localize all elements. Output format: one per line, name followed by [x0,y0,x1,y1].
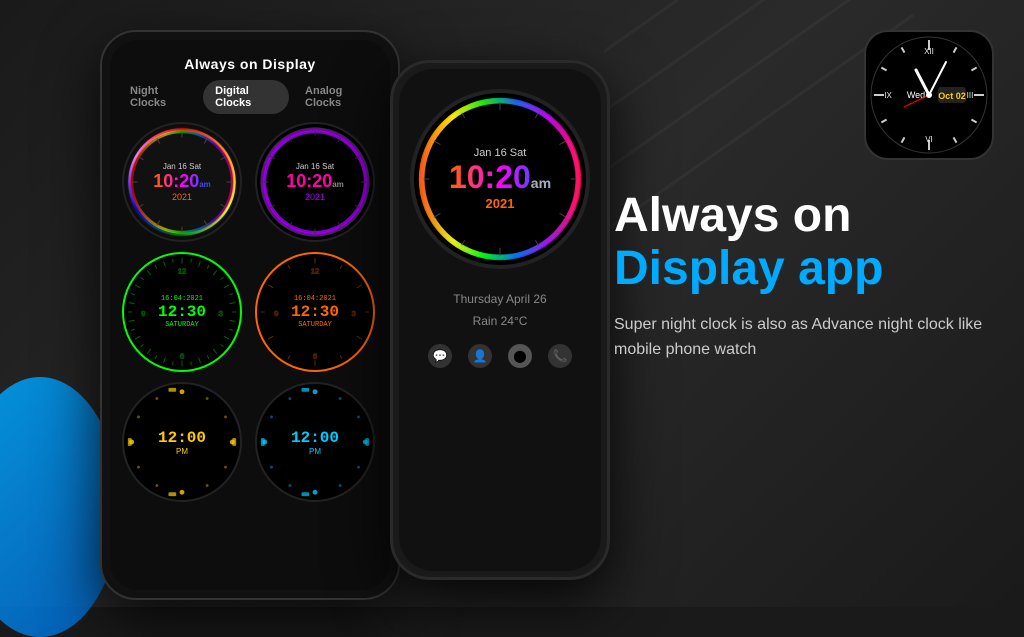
app-description: Super night clock is also as Advance nig… [614,312,994,363]
wechat-icon: 💬 [428,344,452,368]
svg-text:6: 6 [180,351,184,360]
clock2-time: 10:20am [286,172,344,192]
clock3-time: 12:30 [158,303,206,321]
svg-text:9: 9 [141,309,145,318]
main-title-blue: Display app [614,243,994,296]
clock6-content: 12:00 PM [291,429,339,456]
phone2-body: Jan 16 Sat 10:20am 2021 Thursday April 2… [390,60,610,580]
main-phone: Always on Display Night Clocks Digital C… [100,30,400,600]
svg-text:3: 3 [352,309,356,318]
phone2-screen: Jan 16 Sat 10:20am 2021 Thursday April 2… [399,69,601,571]
svg-text:XII: XII [924,47,934,56]
svg-text:VI: VI [925,135,933,144]
circle-icon: ⬤ [508,344,532,368]
clock-purple[interactable]: Jan 16 Sat 10:20am 2021 [255,122,375,242]
phone2-info: Thursday April 26 Rain 24°C [453,289,546,332]
contacts-icon: 👤 [468,344,492,368]
clock4-content: 16:04:2021 12:30 SATURDAY [291,295,339,329]
svg-text:3: 3 [219,309,223,318]
svg-text:12: 12 [178,266,187,275]
watch-face: XII III VI IX Oct 02 Wed [864,30,994,160]
second-phone: Jan 16 Sat 10:20am 2021 Thursday April 2… [390,60,610,580]
clock-cyan[interactable]: 12:00 PM [255,382,375,502]
phone-icon: 📞 [548,344,572,368]
clock6-time: 12:00 [291,429,339,447]
clock-orange[interactable]: 12 3 6 9 16:04:2021 12:30 SATURDAY [255,252,375,372]
clock-rainbow[interactable]: Jan 16 Sat 10:20am 2021 [122,122,242,242]
svg-text:12: 12 [311,266,320,275]
clock-yellow[interactable]: 12:00 PM [122,382,242,502]
clock-green[interactable]: 12 3 6 9 16:04:2021 12:30 SATURDAY [122,252,242,372]
phone2-weather: Rain 24°C [453,311,546,333]
phone2-date: Thursday April 26 [453,289,546,311]
large-clock-face: Jan 16 Sat 10:20am 2021 [410,89,590,269]
large-watch: XII III VI IX Oct 02 Wed [864,30,994,160]
clock-grid: Jan 16 Sat 10:20am 2021 [110,122,390,502]
tab-analog[interactable]: Analog Clocks [293,80,382,114]
svg-text:Oct 02: Oct 02 [938,91,966,101]
phone-screen: Always on Display Night Clocks Digital C… [110,40,390,590]
large-clock-time: 10:20am [449,159,551,196]
clock4-time: 12:30 [291,303,339,321]
svg-text:9: 9 [274,309,278,318]
tab-night[interactable]: Night Clocks [118,80,199,114]
main-title-white: Always on [614,190,994,243]
large-clock-content: Jan 16 Sat 10:20am 2021 [449,147,551,211]
clock1-content: Jan 16 Sat 10:20am 2021 [153,162,211,201]
svg-text:6: 6 [313,351,317,360]
clock2-content: Jan 16 Sat 10:20am 2021 [286,162,344,201]
clock4-label: SATURDAY [291,321,339,329]
right-text-content: Always on Display app Super night clock … [614,190,994,363]
svg-text:III: III [967,91,974,100]
clock5-time: 12:00 [158,429,206,447]
tabs-bar: Night Clocks Digital Clocks Analog Clock… [110,80,390,122]
clock2-year: 2021 [286,192,344,202]
clock4-date: 16:04:2021 [291,295,339,303]
phone-body: Always on Display Night Clocks Digital C… [100,30,400,600]
clock3-content: 16:04:2021 12:30 SATURDAY [158,295,206,329]
phone2-bottom-icons: 💬 👤 ⬤ 📞 [428,344,572,368]
large-clock-date: Jan 16 Sat [449,147,551,159]
clock1-year: 2021 [153,192,211,202]
svg-text:IX: IX [884,91,892,100]
clock5-content: 12:00 PM [158,429,206,456]
clock6-ampm: PM [291,447,339,456]
screen-title: Always on Display [110,40,390,80]
large-clock-year: 2021 [449,196,551,211]
clock1-time: 10:20am [153,172,211,192]
clock5-ampm: PM [158,447,206,456]
clock3-date: 16:04:2021 [158,295,206,303]
clock3-label: SATURDAY [158,321,206,329]
tab-digital[interactable]: Digital Clocks [203,80,289,114]
